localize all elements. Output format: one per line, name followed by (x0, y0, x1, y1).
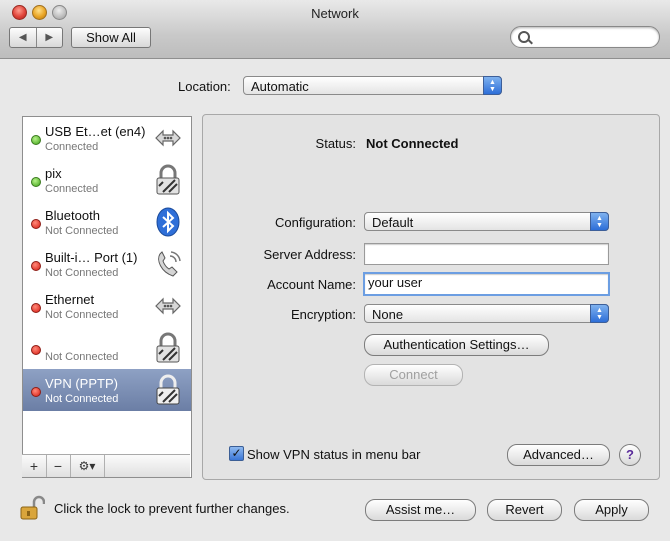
service-bluetooth[interactable]: Bluetooth Not Connected (23, 201, 191, 243)
service-status: Not Connected (45, 225, 119, 237)
popup-arrows-icon: ▲ ▼ (590, 212, 609, 231)
status-label: Status: (315, 136, 356, 151)
show-all-button[interactable]: Show All (71, 27, 151, 48)
status-dot-icon (31, 135, 41, 145)
service-ethernet[interactable]: Ethernet Not Connected (23, 285, 191, 327)
configuration-label: Configuration: (275, 215, 356, 230)
account-name-label: Account Name: (267, 277, 356, 292)
service-usb-ethernet[interactable]: USB Et…et (en4) Connected (23, 117, 191, 159)
bluetooth-icon (156, 207, 180, 237)
configuration-popup[interactable]: Default ▲ ▼ (364, 212, 609, 231)
service-status: Connected (45, 141, 99, 153)
back-forward-control: ◀ ▶ (9, 27, 63, 48)
service-status: Not Connected (45, 393, 119, 405)
service-name: Ethernet (45, 292, 95, 307)
status-dot-icon (31, 177, 41, 187)
advanced-button[interactable]: Advanced… (507, 444, 610, 466)
service-unnamed-vpn[interactable]: Not Connected (23, 327, 191, 369)
assist-me-button[interactable]: Assist me… (365, 499, 476, 521)
padlock-open-icon[interactable] (19, 495, 45, 521)
server-address-label: Server Address: (263, 247, 357, 262)
help-button[interactable]: ? (619, 444, 641, 466)
service-built-in-port[interactable]: Built-i… Port (1) Not Connected (23, 243, 191, 285)
service-status: Not Connected (45, 309, 119, 321)
service-name: USB Et…et (en4) (45, 124, 146, 139)
configuration-value: Default (372, 215, 414, 230)
encryption-label: Encryption: (290, 307, 356, 322)
service-list-toolbar: + − ⚙▾ (22, 454, 190, 477)
location-label: Location: (178, 79, 231, 94)
connect-button[interactable]: Connect (364, 364, 463, 386)
search-field[interactable] (510, 26, 660, 48)
account-name-field[interactable]: your user (363, 272, 610, 296)
lock-message: Click the lock to prevent further change… (54, 501, 290, 516)
forward-button[interactable]: ▶ (37, 28, 63, 47)
service-status: Connected (45, 183, 99, 195)
service-name: pix (45, 166, 62, 181)
encryption-popup[interactable]: None ▲ ▼ (364, 304, 609, 323)
show-vpn-status-label: Show VPN status in menu bar (247, 447, 421, 462)
status-dot-icon (31, 387, 41, 397)
window-title: Network (311, 6, 359, 21)
service-pix[interactable]: pix Connected (23, 159, 191, 201)
service-name: Built-i… Port (1) (45, 250, 138, 265)
ethernet-arrows-icon (155, 297, 181, 315)
remove-service-button[interactable]: − (46, 455, 71, 477)
location-popup[interactable]: Automatic ▲ ▼ (243, 76, 502, 95)
status-dot-icon (31, 261, 41, 271)
title-bar: Network ◀ ▶ Show All (0, 0, 670, 59)
service-vpn-pptp[interactable]: VPN (PPTP) Not Connected (23, 369, 191, 411)
ethernet-arrows-icon (155, 129, 181, 147)
back-button[interactable]: ◀ (10, 28, 37, 47)
lock-icon (156, 332, 180, 363)
authentication-settings-button[interactable]: Authentication Settings… (364, 334, 549, 356)
status-dot-icon (31, 303, 41, 313)
lock-icon (156, 374, 180, 405)
network-preferences-window: Network ◀ ▶ Show All Location: Automatic… (0, 0, 670, 541)
popup-arrows-icon: ▲ ▼ (590, 304, 609, 323)
search-icon (518, 31, 530, 43)
service-status: Not Connected (45, 267, 119, 279)
encryption-value: None (372, 307, 404, 322)
popup-arrows-icon: ▲ ▼ (483, 76, 502, 95)
add-service-button[interactable]: + (22, 455, 47, 477)
service-name: VPN (PPTP) (45, 376, 118, 391)
show-vpn-status-checkbox[interactable]: ✓ (229, 446, 244, 461)
server-address-field[interactable] (364, 243, 609, 265)
service-name: Bluetooth (45, 208, 100, 223)
revert-button[interactable]: Revert (487, 499, 562, 521)
status-dot-icon (31, 345, 41, 355)
status-dot-icon (31, 219, 41, 229)
status-value: Not Connected (366, 136, 459, 151)
service-status: Not Connected (45, 351, 119, 363)
apply-button[interactable]: Apply (574, 499, 649, 521)
phone-icon (158, 251, 181, 277)
service-list: USB Et…et (en4) Connected pix Connected … (22, 116, 192, 478)
lock-icon (156, 164, 180, 195)
vpn-detail-panel (202, 114, 660, 480)
location-value: Automatic (251, 79, 309, 94)
gear-menu-button[interactable]: ⚙▾ (70, 455, 105, 477)
